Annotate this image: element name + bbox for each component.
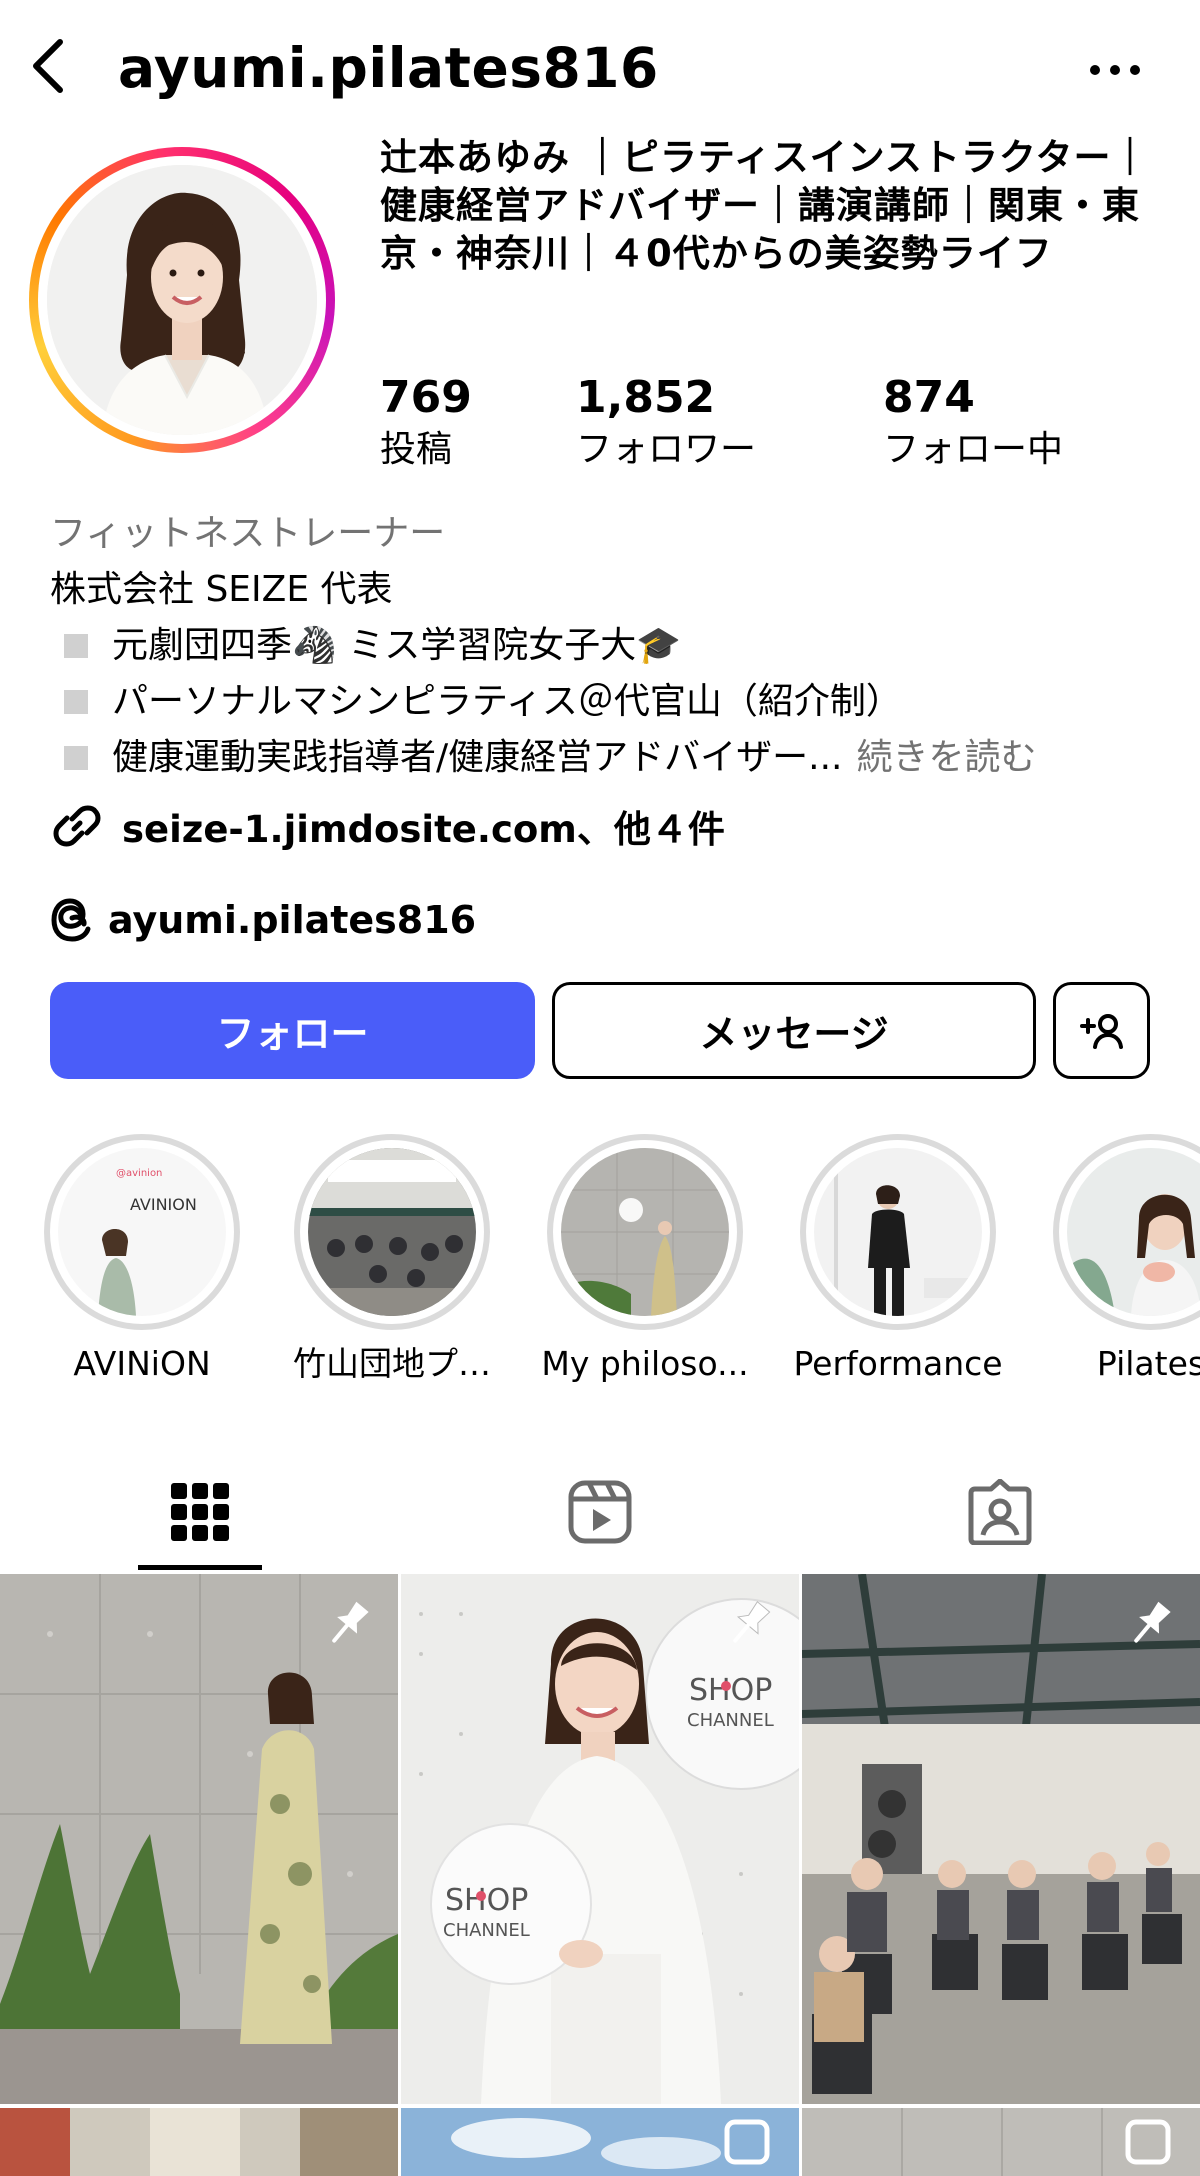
highlight-item[interactable]: 竹山団地プ…	[277, 1134, 507, 1386]
page-title: ayumi.pilates816	[118, 36, 659, 100]
highlight-label: Performance	[793, 1344, 1003, 1383]
bio-text: パーソナルマシンピラティス＠代官山（紹介制）	[112, 681, 902, 722]
post-thumbnail[interactable]: SHOP CHANNEL SHOP CHANNEL	[401, 1574, 799, 2104]
bio-line: パーソナルマシンピラティス＠代官山（紹介制）	[50, 674, 1170, 730]
post-thumbnail[interactable]	[401, 2108, 799, 2176]
bio-line: 株式会社 SEIZE 代表	[50, 562, 1170, 618]
badge-text: SHOP	[445, 1883, 528, 1918]
posts-grid: SHOP CHANNEL SHOP CHANNEL	[0, 1574, 1200, 2176]
post-thumbnail[interactable]	[0, 2108, 398, 2176]
link-icon	[53, 805, 101, 847]
square-bullet-icon	[64, 746, 88, 770]
post-thumbnail[interactable]	[802, 2108, 1200, 2176]
post-thumbnail[interactable]	[0, 1574, 398, 2104]
badge-text: CHANNEL	[687, 1710, 774, 1731]
profile-page: ayumi.pilates816 辻本あゆみ ｜ピラティスインストラクター｜健康…	[0, 0, 1200, 2176]
bio-text: 健康運動実践指導者/健康経営アドバイザー...	[112, 737, 843, 778]
back-button[interactable]	[24, 34, 72, 98]
highlight-cover: @avinion AVINION	[58, 1148, 226, 1316]
bio-text: 元劇団四季🦓 ミス学習院女子大🎓	[112, 625, 682, 666]
threads-username: ayumi.pilates816	[108, 898, 477, 942]
highlight-cover	[814, 1148, 982, 1316]
stat-posts[interactable]: 769 投稿	[380, 370, 472, 474]
threads-icon	[51, 898, 91, 942]
tab-posts-grid[interactable]	[0, 1450, 400, 1574]
bio-category: フィットネストレーナー	[50, 513, 446, 554]
tab-tagged[interactable]	[800, 1450, 1200, 1574]
read-more-link[interactable]: 続きを読む	[856, 730, 1036, 786]
reels-icon	[568, 1480, 632, 1544]
highlight-cover	[308, 1148, 476, 1316]
stat-value: 1,852	[576, 372, 716, 423]
stat-following[interactable]: 874 フォロー中	[883, 370, 1063, 474]
highlight-label: My philoso...	[541, 1344, 749, 1383]
chevron-left-icon	[33, 39, 63, 93]
highlight-ring	[547, 1134, 743, 1330]
top-bar: ayumi.pilates816	[0, 0, 1200, 132]
square-bullet-icon	[64, 634, 88, 658]
highlight-item[interactable]: Performance	[783, 1134, 1013, 1386]
external-link[interactable]: seize-1.jimdosite.com、他４件	[50, 798, 725, 854]
bio: フィットネストレーナー 株式会社 SEIZE 代表 元劇団四季🦓 ミス学習院女子…	[50, 506, 1170, 786]
suggested-users-button[interactable]	[1053, 982, 1150, 1079]
highlight-cover-text: AVINION	[130, 1195, 197, 1214]
more-options-button[interactable]	[1085, 50, 1145, 90]
highlight-label: AVINiON	[73, 1344, 211, 1383]
highlight-item[interactable]: My philoso...	[530, 1134, 760, 1386]
highlight-item[interactable]: Pilates	[1036, 1134, 1200, 1386]
stat-label: フォロワー	[576, 429, 757, 470]
more-horizontal-icon	[1090, 65, 1140, 75]
highlight-label: 竹山団地プ…	[293, 1344, 491, 1383]
highlight-item[interactable]: @avinion AVINION AVINiON	[27, 1134, 257, 1386]
highlight-ring: @avinion AVINION	[44, 1134, 240, 1330]
active-tab-indicator	[138, 1565, 262, 1570]
post-thumbnail[interactable]	[802, 1574, 1200, 2104]
stat-label: 投稿	[380, 429, 453, 470]
badge-text: CHANNEL	[443, 1920, 530, 1941]
avatar-story-ring[interactable]	[29, 147, 335, 453]
bio-text: 株式会社 SEIZE 代表	[50, 569, 393, 610]
follow-button[interactable]: フォロー	[50, 982, 535, 1079]
pin-icon	[733, 1601, 771, 1643]
pin-icon	[1134, 1601, 1171, 1643]
highlight-label: Pilates	[1096, 1344, 1200, 1383]
square-bullet-icon	[64, 690, 88, 714]
highlight-ring	[294, 1134, 490, 1330]
stat-followers[interactable]: 1,852 フォロワー	[576, 370, 756, 474]
pin-icon	[332, 1601, 369, 1643]
highlight-ring	[1053, 1134, 1200, 1330]
highlight-cover	[561, 1148, 729, 1316]
story-highlights: @avinion AVINION AVINiON 竹山団地プ… My philo…	[0, 1134, 1200, 1394]
tagged-icon	[968, 1479, 1032, 1545]
bio-line: 健康運動実践指導者/健康経営アドバイザー... 続きを読む	[50, 730, 1170, 786]
message-button[interactable]: メッセージ	[552, 982, 1036, 1079]
bio-line: 元劇団四季🦓 ミス学習院女子大🎓	[50, 618, 1170, 674]
display-name: 辻本あゆみ ｜ピラティスインストラクター｜健康経営アドバイザー｜講演講師｜関東・…	[380, 136, 1150, 275]
badge-text: SHOP	[689, 1673, 772, 1708]
svg-text:@avinion: @avinion	[116, 1168, 162, 1179]
avatar	[47, 165, 317, 435]
link-text: seize-1.jimdosite.com、他４件	[122, 808, 725, 851]
highlight-ring	[800, 1134, 996, 1330]
threads-badge[interactable]: ayumi.pilates816	[50, 892, 476, 948]
stat-label: フォロー中	[883, 429, 1064, 470]
add-user-icon	[1079, 1013, 1123, 1049]
stat-value: 874	[883, 372, 975, 423]
highlight-cover	[1067, 1148, 1200, 1316]
stat-value: 769	[380, 372, 472, 423]
grid-icon	[171, 1483, 229, 1541]
profile-stats: 769 投稿 1,852 フォロワー 874 フォロー中	[380, 370, 1170, 480]
profile-tabs	[0, 1450, 1200, 1574]
tab-reels[interactable]	[400, 1450, 800, 1574]
